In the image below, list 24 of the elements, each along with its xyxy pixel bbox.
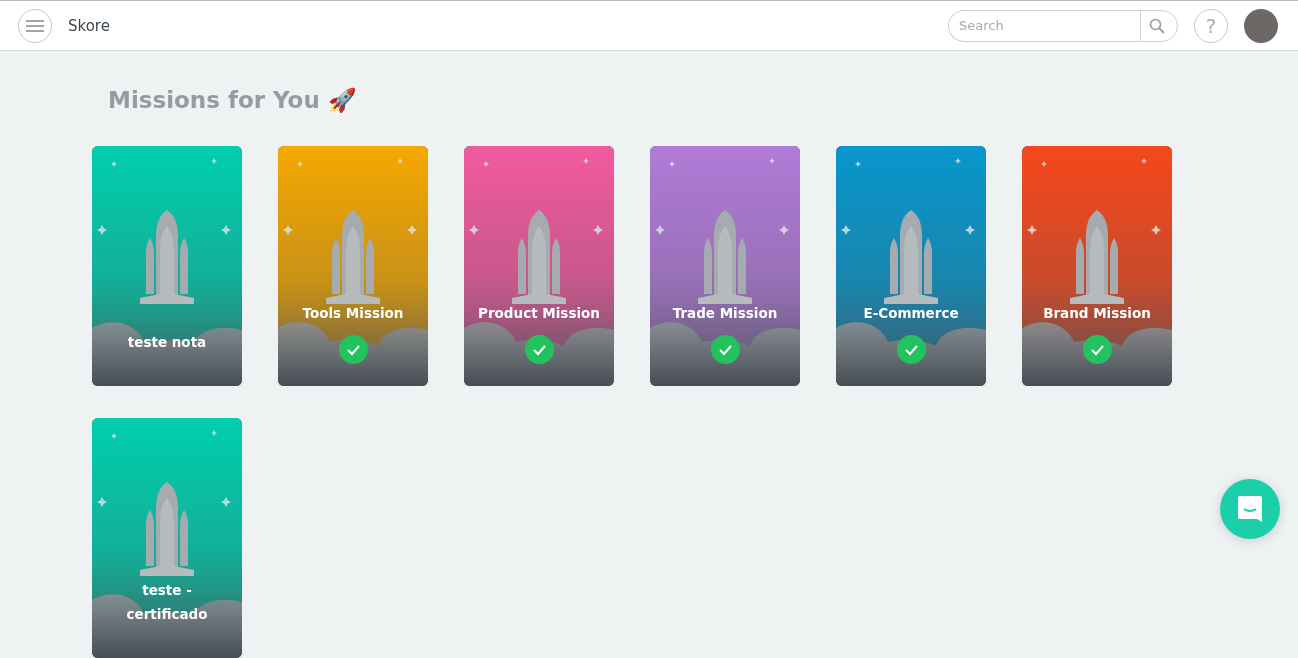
mission-card[interactable]: Brand Mission [1022,146,1172,386]
avatar[interactable] [1244,8,1278,43]
app-name: Skore [68,16,110,35]
mission-title: teste nota [126,333,208,352]
mission-card[interactable]: teste nota [92,146,242,386]
menu-icon [26,19,44,32]
chat-button[interactable] [1220,479,1280,539]
mission-title: Tools Mission [301,304,405,323]
search-icon [1149,17,1165,34]
mission-title: Brand Mission [1042,304,1152,323]
mission-card[interactable]: Tools Mission [278,146,428,386]
mission-title: Trade Mission [671,304,779,323]
chat-icon [1235,494,1265,524]
mission-card[interactable]: Product Mission [464,146,614,386]
search-button[interactable] [1140,9,1178,42]
mission-title: teste - certificado [125,581,209,624]
menu-button[interactable] [18,8,52,43]
mission-card[interactable]: E-Commerce [836,146,986,386]
page-heading: Missions for You 🚀 [108,87,358,114]
mission-card[interactable]: Trade Mission [650,146,800,386]
mission-title: E-Commerce [862,304,960,323]
search-field[interactable]: Search [948,9,1140,42]
mission-card[interactable]: teste - certificado [92,418,242,658]
mission-title: Product Mission [477,304,601,323]
